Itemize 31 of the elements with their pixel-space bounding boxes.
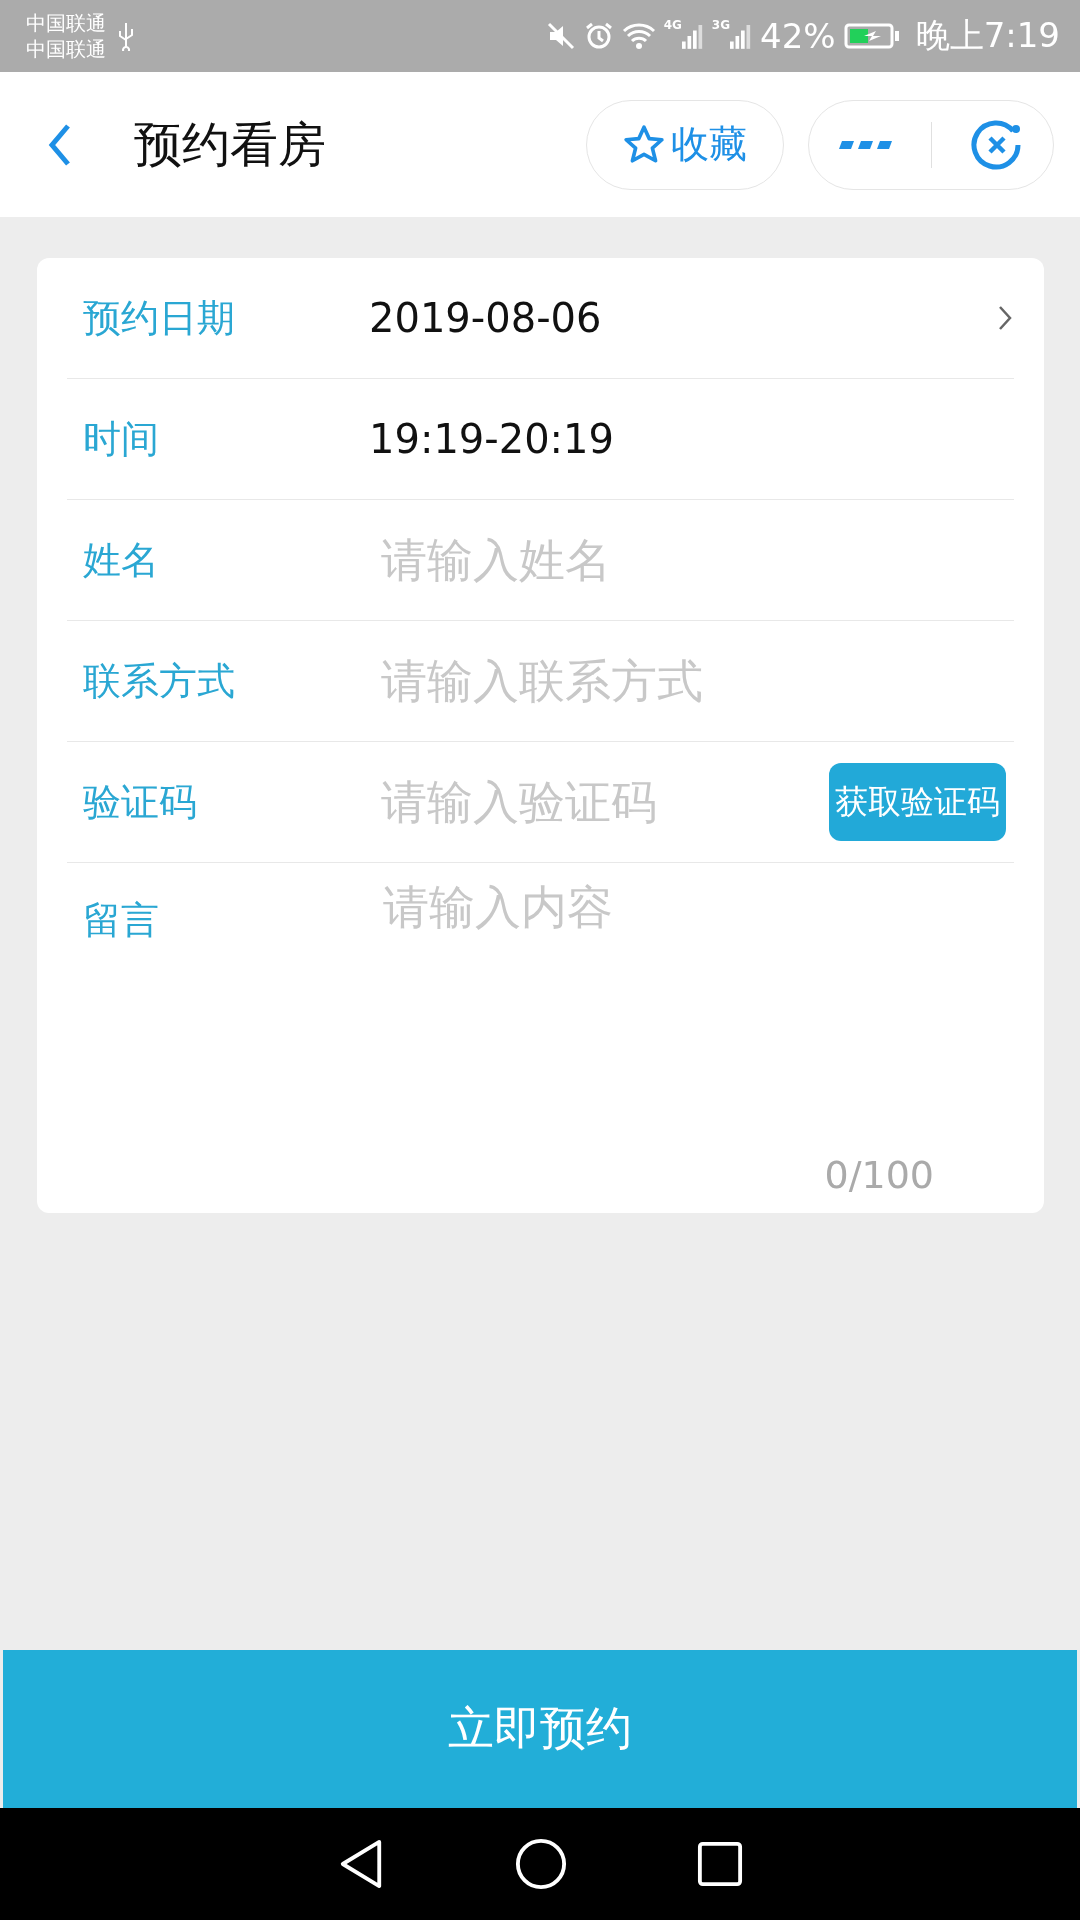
clock-time: 晚上7:19	[915, 14, 1060, 57]
date-picker[interactable]: 2019-08-06	[369, 295, 602, 341]
signal-icon	[681, 22, 704, 50]
network-label: 4G	[663, 18, 682, 32]
field-label: 留言	[82, 897, 160, 944]
field-label: 时间	[82, 415, 160, 463]
field-label: 联系方式	[82, 657, 236, 705]
field-label: 验证码	[82, 778, 198, 826]
field-value: 19:19-20:19	[369, 416, 614, 462]
star-icon	[623, 123, 665, 166]
chevron-icon	[998, 305, 1012, 331]
wifi-icon	[621, 21, 656, 51]
alarm-icon	[583, 21, 614, 51]
home-icon[interactable]	[515, 1838, 567, 1890]
network-label: 3G	[711, 18, 731, 32]
battery-icon	[843, 22, 900, 50]
usb-icon	[116, 21, 136, 51]
signal-icon	[730, 22, 753, 50]
field-label: 预约日期	[82, 294, 236, 342]
recents-icon[interactable]	[697, 1841, 743, 1887]
field-label: 姓名	[82, 536, 160, 584]
more-icon[interactable]	[837, 138, 894, 151]
character-counter: 0/100	[824, 1153, 934, 1197]
carrier-name: 中国联通	[26, 10, 106, 36]
submit-button[interactable]: 立即预约	[3, 1650, 1077, 1808]
get-code-button[interactable]: 获取验证码	[829, 763, 1006, 841]
battery-percent: 42%	[760, 16, 836, 56]
mute-icon	[545, 21, 576, 51]
carrier-name: 中国联通	[26, 36, 106, 62]
favorite-button[interactable]: 收藏	[586, 99, 784, 190]
page-title: 预约看房	[134, 114, 326, 174]
